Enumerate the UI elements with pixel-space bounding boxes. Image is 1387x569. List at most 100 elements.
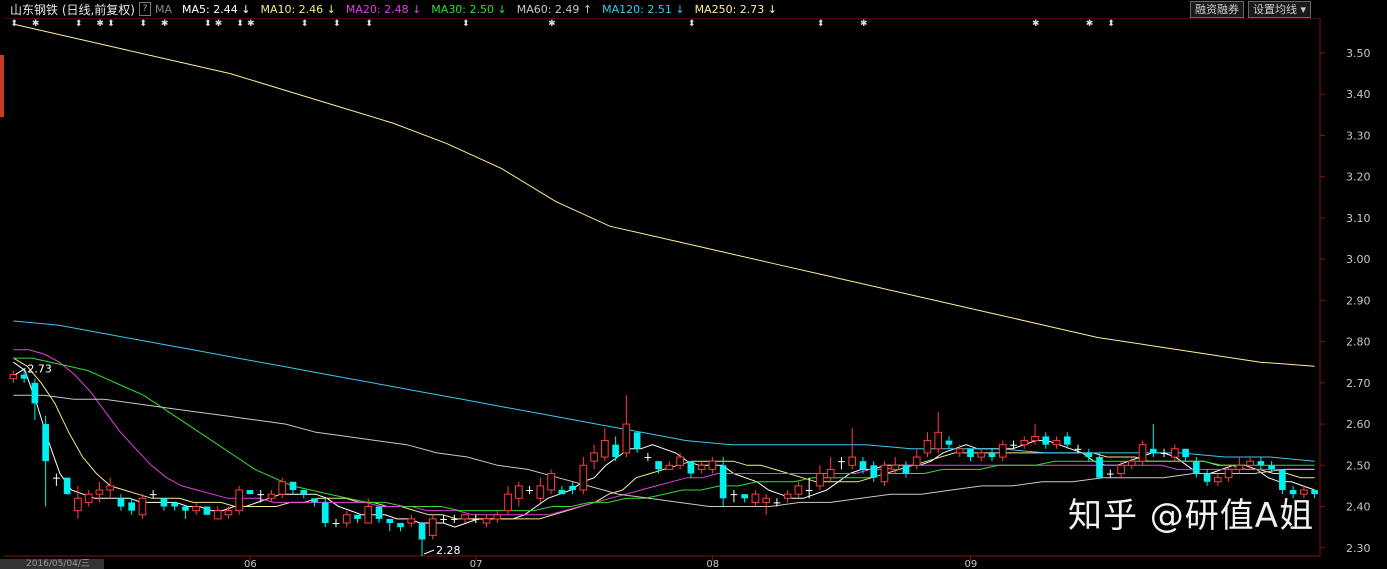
event-marker: ✱ [161, 19, 169, 29]
candle-body [762, 497, 770, 503]
candle-body [1235, 464, 1244, 470]
candle-body [912, 456, 921, 466]
candle-body [644, 457, 652, 459]
candle-body [816, 473, 824, 487]
stock-title: 山东钢铁 (日线,前复权) [10, 2, 135, 17]
candle-body [246, 490, 254, 495]
event-marker: ⬍ [1107, 19, 1115, 29]
candle-body [514, 485, 523, 499]
candle-body [1138, 444, 1147, 462]
candle-body [536, 485, 545, 499]
candle-body [1192, 461, 1200, 474]
candle-body [364, 506, 373, 524]
candle-body [977, 452, 986, 458]
x-tick-label: 06 [244, 559, 257, 569]
candle-body [321, 502, 329, 524]
candle-body [612, 444, 619, 458]
candle-body [1085, 452, 1093, 458]
candle-body [31, 382, 39, 404]
candle-body [1031, 435, 1039, 442]
candle-body [128, 502, 136, 511]
annotation-arrow [423, 549, 435, 555]
candle-body [1279, 469, 1286, 491]
ma-settings-button[interactable]: 设置均线 ▾ [1247, 1, 1311, 18]
candle-body [891, 464, 900, 470]
candle-body [988, 452, 996, 458]
event-marker: ✱ [215, 19, 223, 29]
candle-body [1020, 440, 1029, 446]
ma-legend: 山东钢铁 (日线,前复权) ? MA MA5: 2.44 ↓ MA10: 2.4… [0, 0, 1387, 18]
candle-body [848, 456, 857, 466]
annotation-label: 2.28 [436, 544, 461, 557]
candle-body [440, 518, 447, 520]
candle-body [171, 502, 179, 507]
candle-body [838, 461, 845, 463]
candle-body [95, 489, 104, 495]
candle-body [902, 465, 910, 474]
event-marker: ⬍ [236, 19, 244, 29]
candle-body [579, 464, 588, 491]
x-tick-label: 09 [964, 559, 977, 569]
event-marker: ✱ [1086, 19, 1094, 29]
candle-body [42, 424, 49, 462]
candle-body [622, 423, 631, 454]
candle-body [428, 518, 437, 536]
candle-body [1246, 460, 1254, 466]
candle-body [332, 523, 340, 525]
candle-body [998, 444, 1007, 458]
candle-body [482, 518, 491, 524]
candle-body [945, 440, 953, 445]
date-tab[interactable]: 2016/05/04/三 [0, 559, 104, 569]
y-tick-label: 3.50 [1346, 47, 1371, 60]
candle-body [397, 523, 404, 528]
candle-body [1257, 461, 1265, 466]
x-tick-label: 07 [470, 559, 483, 569]
watermark-text: 知乎 @研值A姐 [1068, 496, 1315, 536]
candle-body [450, 518, 458, 520]
candle-body [375, 506, 383, 519]
candle-body [719, 465, 727, 499]
candle-body [1224, 468, 1233, 479]
candle-body [1063, 436, 1071, 445]
candle-body [676, 456, 684, 466]
y-tick-label: 3.10 [1346, 212, 1371, 225]
candle-body [730, 494, 738, 496]
event-marker: ⬍ [204, 19, 212, 29]
candle-body [526, 490, 533, 492]
toolbar: 融资融券 设置均线 ▾ [1189, 1, 1311, 18]
candle-body [783, 493, 792, 499]
candle-body [601, 440, 609, 458]
y-tick-label: 2.80 [1346, 336, 1371, 349]
ma-label[interactable]: MA [155, 3, 172, 16]
candle-body [1096, 457, 1103, 478]
candle-body [257, 494, 265, 496]
x-tick-label: 08 [706, 559, 719, 569]
candle-body [569, 485, 576, 491]
candle-body [418, 523, 426, 540]
candle-body [805, 490, 813, 492]
candle-body [407, 518, 416, 524]
ma250-value: MA250: 2.73 ↓ [694, 2, 777, 16]
y-tick-label: 3.30 [1346, 129, 1371, 142]
candle-body [794, 485, 803, 495]
candle-body [1149, 448, 1157, 453]
candle-body [1170, 448, 1179, 458]
candle-body [1268, 465, 1275, 470]
candle-body [1106, 473, 1114, 475]
y-tick-label: 3.40 [1346, 88, 1371, 101]
candle-body [1052, 440, 1061, 446]
candle-body [687, 461, 695, 474]
side-tab-marker[interactable] [0, 55, 4, 117]
candle-body [1182, 448, 1189, 458]
candle-body [826, 468, 835, 479]
event-marker: ⬍ [139, 19, 147, 29]
candle-body [213, 510, 222, 520]
candle-body [63, 477, 71, 495]
help-icon[interactable]: ? [139, 2, 151, 16]
event-marker: ⬍ [107, 19, 115, 29]
margin-trading-button[interactable]: 融资融券 [1189, 1, 1244, 18]
candle-body [773, 502, 781, 504]
candle-body [74, 497, 82, 512]
event-marker: ✱ [1032, 19, 1040, 29]
candle-body [235, 489, 244, 512]
